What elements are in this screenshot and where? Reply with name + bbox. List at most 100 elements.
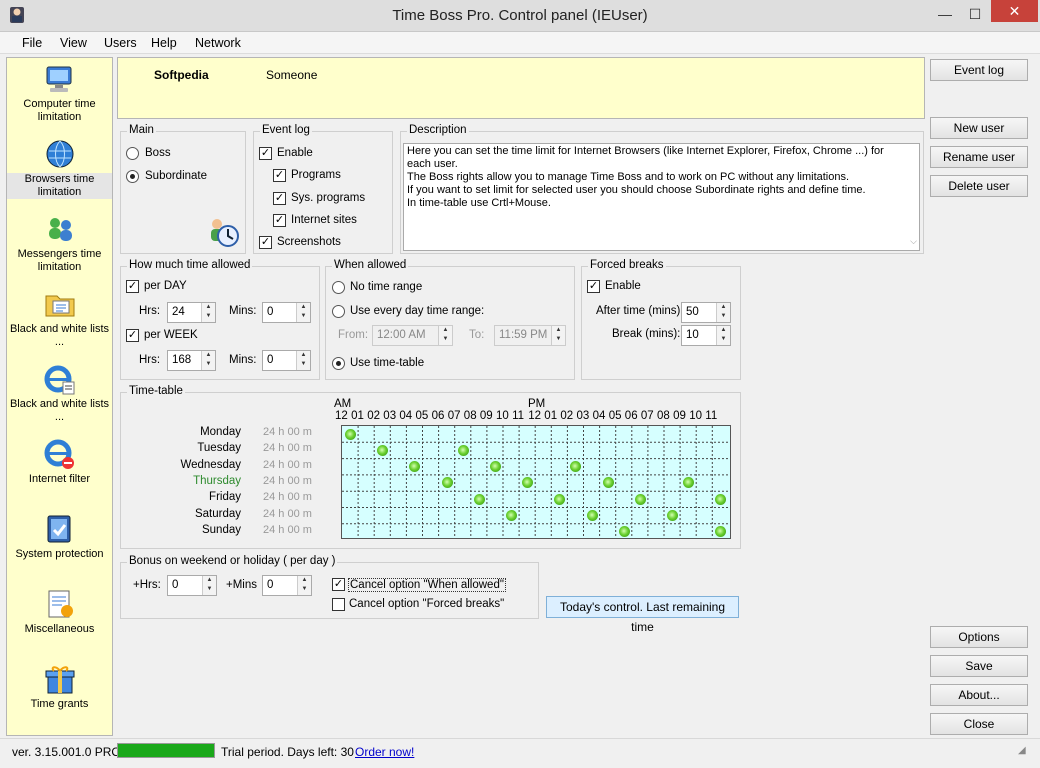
day-mins-spinner[interactable]: 0 ▲ ▼ bbox=[262, 302, 311, 323]
pm-label: PM bbox=[528, 398, 546, 410]
today-control-button[interactable]: Today's control. Last remaining time bbox=[546, 596, 739, 634]
about-button[interactable]: About... bbox=[930, 684, 1028, 706]
timetable-dot[interactable] bbox=[715, 493, 727, 505]
spinner-arrows-icon[interactable]: ▲ ▼ bbox=[201, 303, 215, 322]
main-group: Main Boss Subordinate bbox=[120, 124, 246, 254]
menu-help[interactable]: Help bbox=[151, 36, 177, 50]
spinner-arrows-icon[interactable]: ▲ ▼ bbox=[296, 303, 310, 322]
eventlog-enable-label: Enable bbox=[277, 147, 313, 159]
order-now-link[interactable]: Order now! bbox=[355, 745, 414, 759]
timetable-dot[interactable] bbox=[441, 477, 453, 489]
sidebar-item-label: Time grants bbox=[30, 698, 89, 710]
sys-programs-checkbox[interactable]: ✓ bbox=[273, 192, 286, 205]
bonus-mins-value: 0 bbox=[267, 579, 274, 591]
close-button[interactable]: Close bbox=[930, 713, 1028, 735]
timetable-dot[interactable] bbox=[602, 477, 614, 489]
every-day-range-radio[interactable] bbox=[332, 305, 345, 318]
hour-label: 10 bbox=[689, 410, 702, 422]
internet-sites-checkbox[interactable]: ✓ bbox=[273, 214, 286, 227]
timetable-dot[interactable] bbox=[506, 510, 517, 521]
bonus-hrs-value: 0 bbox=[172, 579, 179, 591]
week-mins-spinner[interactable]: 0 ▲ ▼ bbox=[262, 350, 311, 371]
hour-label: 08 bbox=[463, 410, 477, 422]
sidebar-item-miscellaneous[interactable]: Miscellaneous bbox=[7, 587, 112, 636]
sidebar-item-computer-time[interactable]: Computer time limitation bbox=[7, 62, 112, 124]
sidebar-item-black-white-lists-2[interactable]: Black and white lists ... bbox=[7, 362, 112, 424]
cancel-when-allowed-checkbox[interactable]: ✓ bbox=[332, 578, 345, 591]
cancel-when-allowed-label: Cancel option "When allowed" bbox=[348, 578, 506, 592]
timetable-dot[interactable] bbox=[554, 493, 566, 505]
sidebar-item-messengers-time[interactable]: Messengers time limitation bbox=[7, 212, 112, 274]
resize-grip-icon[interactable]: ◢ bbox=[1018, 745, 1026, 756]
menu-network[interactable]: Network bbox=[195, 36, 241, 50]
rename-user-button[interactable]: Rename user bbox=[930, 146, 1028, 168]
subordinate-radio[interactable] bbox=[126, 170, 139, 183]
forced-enable-checkbox[interactable]: ✓ bbox=[587, 280, 600, 293]
spinner-arrows-icon[interactable]: ▲ ▼ bbox=[716, 303, 730, 322]
timetable-dot[interactable] bbox=[345, 428, 356, 440]
sidebar-item-time-grants[interactable]: Time grants bbox=[7, 662, 112, 711]
options-button[interactable]: Options bbox=[930, 626, 1028, 648]
menu-view[interactable]: View bbox=[60, 36, 87, 50]
bonus-mins-spinner[interactable]: 0 ▲ ▼ bbox=[262, 575, 312, 596]
minimize-button[interactable]: — bbox=[930, 4, 960, 24]
group-title: Event log bbox=[260, 124, 312, 136]
day-hrs-spinner[interactable]: 24 ▲ ▼ bbox=[167, 302, 216, 323]
maximize-button[interactable]: ☐ bbox=[960, 4, 990, 24]
sidebar-item-black-white-lists-1[interactable]: Black and white lists ... bbox=[7, 287, 112, 349]
hour-label: 10 bbox=[496, 410, 509, 422]
timetable-dot[interactable] bbox=[586, 510, 598, 521]
use-timetable-radio[interactable] bbox=[332, 357, 345, 370]
spinner-arrows-icon[interactable]: ▲ ▼ bbox=[296, 351, 310, 370]
timetable-dot[interactable] bbox=[473, 493, 485, 505]
boss-radio[interactable] bbox=[126, 147, 139, 160]
sidebar-item-label: Miscellaneous bbox=[24, 623, 95, 635]
spinner-arrows-icon[interactable]: ▲ ▼ bbox=[551, 326, 565, 345]
screenshots-checkbox[interactable]: ✓ bbox=[259, 236, 272, 249]
spinner-arrows-icon[interactable]: ▲ ▼ bbox=[297, 576, 311, 595]
new-user-button[interactable]: New user bbox=[930, 117, 1028, 139]
week-hrs-spinner[interactable]: 168 ▲ ▼ bbox=[167, 350, 216, 371]
sidebar-item-internet-filter[interactable]: Internet filter bbox=[7, 437, 112, 486]
sidebar-item-system-protection[interactable]: System protection bbox=[7, 512, 112, 561]
timetable-dot[interactable] bbox=[634, 493, 646, 505]
from-time-spinner[interactable]: 12:00 AM ▲ ▼ bbox=[372, 325, 453, 346]
eventlog-enable-checkbox[interactable]: ✓ bbox=[259, 147, 272, 160]
programs-checkbox[interactable]: ✓ bbox=[273, 169, 286, 182]
spinner-arrows-icon[interactable]: ▲ ▼ bbox=[438, 326, 452, 345]
bonus-hrs-spinner[interactable]: 0 ▲ ▼ bbox=[167, 575, 217, 596]
status-bar: ver. 3.15.001.0 PRO Trial period. Days l… bbox=[0, 738, 1040, 768]
timetable-grid[interactable] bbox=[341, 425, 731, 539]
timetable-dot[interactable] bbox=[377, 444, 389, 456]
sys-programs-label: Sys. programs bbox=[291, 192, 366, 204]
spinner-arrows-icon[interactable]: ▲ ▼ bbox=[716, 326, 730, 345]
hour-label: 04 bbox=[592, 410, 606, 422]
week-mins-value: 0 bbox=[267, 354, 274, 366]
no-time-range-radio[interactable] bbox=[332, 281, 345, 294]
timetable-dot[interactable] bbox=[618, 526, 630, 538]
save-button[interactable]: Save bbox=[930, 655, 1028, 677]
after-time-spinner[interactable]: 50 ▲ ▼ bbox=[681, 302, 731, 323]
timetable-dot[interactable] bbox=[667, 510, 678, 521]
hour-label: 03 bbox=[576, 410, 590, 422]
delete-user-button[interactable]: Delete user bbox=[930, 175, 1028, 197]
cancel-forced-breaks-checkbox[interactable] bbox=[332, 598, 345, 611]
sidebar-item-browsers-time[interactable]: Browsers time limitation bbox=[7, 137, 112, 199]
break-spinner[interactable]: 10 ▲ ▼ bbox=[681, 325, 731, 346]
scroll-down-icon[interactable]: ⌵ bbox=[910, 235, 917, 248]
menu-users[interactable]: Users bbox=[104, 36, 137, 50]
hour-label: 02 bbox=[367, 410, 380, 422]
menu-file[interactable]: File bbox=[22, 36, 42, 50]
window-close-button[interactable]: ✕ bbox=[991, 0, 1038, 22]
timetable-dot[interactable] bbox=[457, 444, 469, 456]
sidebar-item-label: Messengers time limitation bbox=[17, 248, 102, 273]
per-day-checkbox[interactable]: ✓ bbox=[126, 280, 139, 293]
spinner-arrows-icon[interactable]: ▲ ▼ bbox=[201, 351, 215, 370]
event-log-button[interactable]: Event log bbox=[930, 59, 1028, 81]
per-week-checkbox[interactable]: ✓ bbox=[126, 329, 139, 342]
spinner-arrows-icon[interactable]: ▲ ▼ bbox=[202, 576, 216, 595]
time-allowed-group: How much time allowed ✓ per DAY Hrs: 24 ▲… bbox=[120, 259, 320, 380]
to-time-spinner[interactable]: 11:59 PM ▲ ▼ bbox=[494, 325, 566, 346]
window-title: Time Boss Pro. Control panel (IEUser) bbox=[392, 7, 648, 24]
timetable-dot[interactable] bbox=[489, 461, 501, 473]
